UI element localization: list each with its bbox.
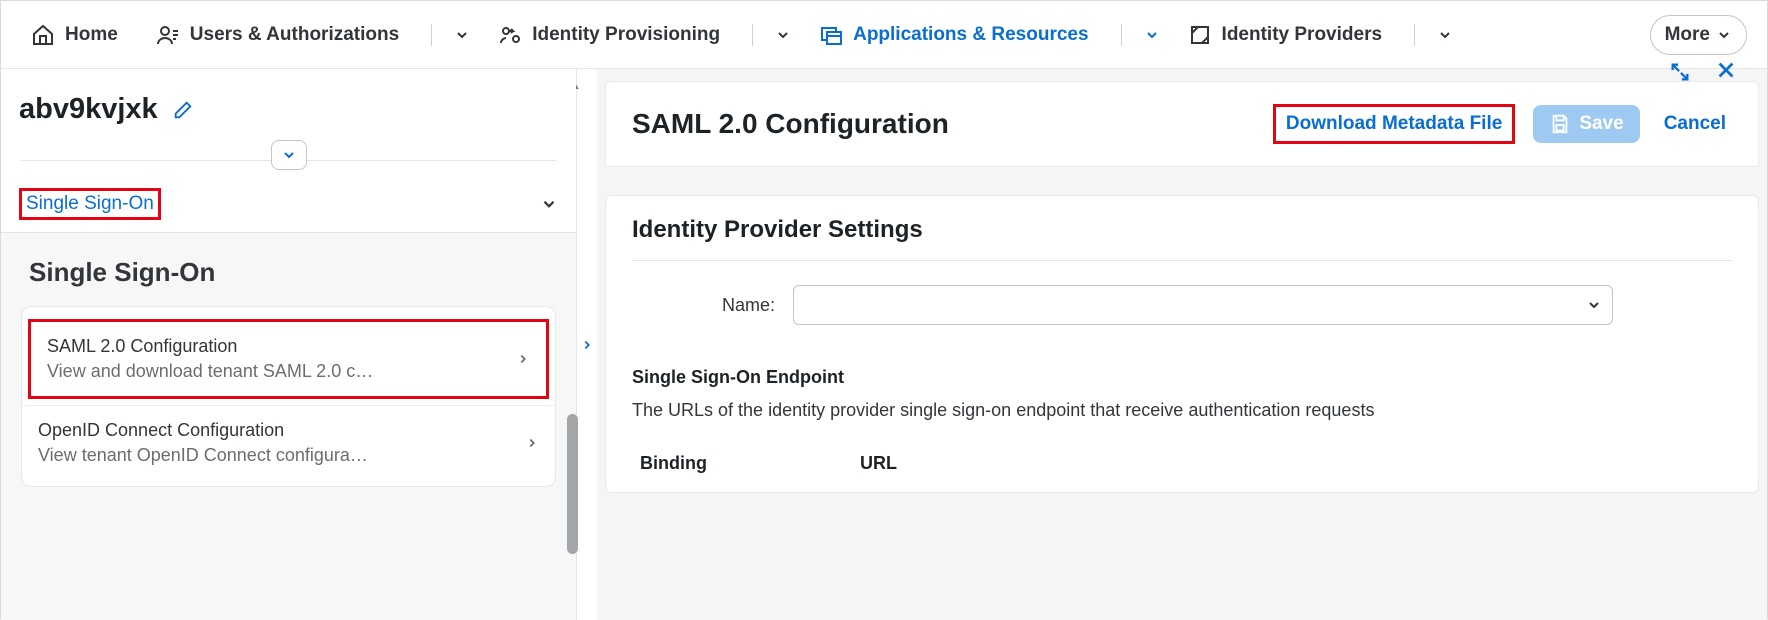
nav-label: Home [65, 24, 118, 46]
download-metadata-button[interactable]: Download Metadata File [1273, 104, 1515, 144]
chevron-right-icon [516, 352, 530, 366]
card-subtitle: View tenant OpenID Connect configura… [38, 445, 368, 466]
more-label: More [1665, 24, 1710, 46]
edit-icon[interactable] [172, 99, 194, 121]
detail-title: SAML 2.0 Configuration [632, 108, 949, 140]
nav-label: Users & Authorizations [190, 24, 399, 46]
separator [1121, 24, 1122, 46]
chevron-down-icon[interactable] [775, 27, 791, 43]
card-subtitle: View and download tenant SAML 2.0 c… [47, 361, 373, 382]
save-button[interactable]: Save [1533, 105, 1639, 143]
card-title: SAML 2.0 Configuration [47, 336, 373, 357]
users-icon [156, 23, 180, 47]
home-icon [31, 23, 55, 47]
fullscreen-icon[interactable] [1667, 59, 1693, 85]
col-binding: Binding [640, 453, 780, 474]
idp-icon [1188, 23, 1212, 47]
nav-provisioning[interactable]: Identity Provisioning [488, 15, 730, 55]
nav-label: Identity Providers [1222, 24, 1383, 46]
scrollbar-thumb[interactable] [567, 414, 578, 554]
nav-label: Identity Provisioning [532, 24, 720, 46]
collapse-button[interactable] [271, 140, 307, 170]
card-item-oidc[interactable]: OpenID Connect Configuration View tenant… [22, 405, 555, 480]
sso-endpoint-desc: The URLs of the identity provider single… [632, 400, 1732, 447]
detail-header: SAML 2.0 Configuration Download Metadata… [605, 81, 1759, 167]
close-icon[interactable] [1715, 59, 1737, 85]
cancel-button[interactable]: Cancel [1658, 105, 1732, 143]
splitter [577, 69, 597, 620]
sso-endpoint-heading: Single Sign-On Endpoint [632, 349, 1732, 400]
applications-icon [819, 23, 843, 47]
nav-home[interactable]: Home [21, 15, 128, 55]
card-title: OpenID Connect Configuration [38, 420, 368, 441]
card-item-saml[interactable]: SAML 2.0 Configuration View and download… [28, 319, 549, 399]
nav-label: Applications & Resources [853, 24, 1088, 46]
chevron-down-icon[interactable] [1144, 27, 1160, 43]
breadcrumb-link[interactable]: Single Sign-On [19, 188, 161, 220]
save-icon [1549, 113, 1571, 135]
nav-idp[interactable]: Identity Providers [1178, 15, 1393, 55]
chevron-down-icon[interactable] [454, 27, 470, 43]
chevron-down-icon[interactable] [1437, 27, 1453, 43]
provisioning-icon [498, 23, 522, 47]
detail-body: Identity Provider Settings Name: Single … [605, 195, 1759, 493]
nav-users[interactable]: Users & Authorizations [146, 15, 409, 55]
sso-card: SAML 2.0 Configuration View and download… [21, 306, 556, 487]
name-label: Name: [722, 295, 775, 316]
col-url: URL [860, 453, 897, 474]
separator [431, 24, 432, 46]
chevron-down-icon [1586, 297, 1602, 313]
right-panel: SAML 2.0 Configuration Download Metadata… [597, 69, 1767, 620]
section-heading: Single Sign-On [21, 251, 556, 306]
nav-applications[interactable]: Applications & Resources [809, 15, 1098, 55]
app-name: abv9kvjxk [19, 93, 158, 126]
work-area: abv9kvjxk Single Sign-On Single Sign-On [1, 69, 1767, 620]
save-label: Save [1579, 113, 1623, 135]
top-nav: Home Users & Authorizations Identity Pro… [1, 1, 1767, 69]
more-button[interactable]: More [1650, 15, 1747, 55]
left-panel: abv9kvjxk Single Sign-On Single Sign-On [1, 69, 577, 620]
chevron-right-icon [525, 436, 539, 450]
name-select[interactable] [793, 285, 1613, 325]
chevron-down-icon[interactable] [540, 195, 558, 213]
endpoint-table-head: Binding URL [632, 447, 1732, 492]
separator [752, 24, 753, 46]
expand-right-icon[interactable] [580, 336, 594, 354]
separator [1414, 24, 1415, 46]
idp-settings-title: Identity Provider Settings [632, 216, 1732, 261]
